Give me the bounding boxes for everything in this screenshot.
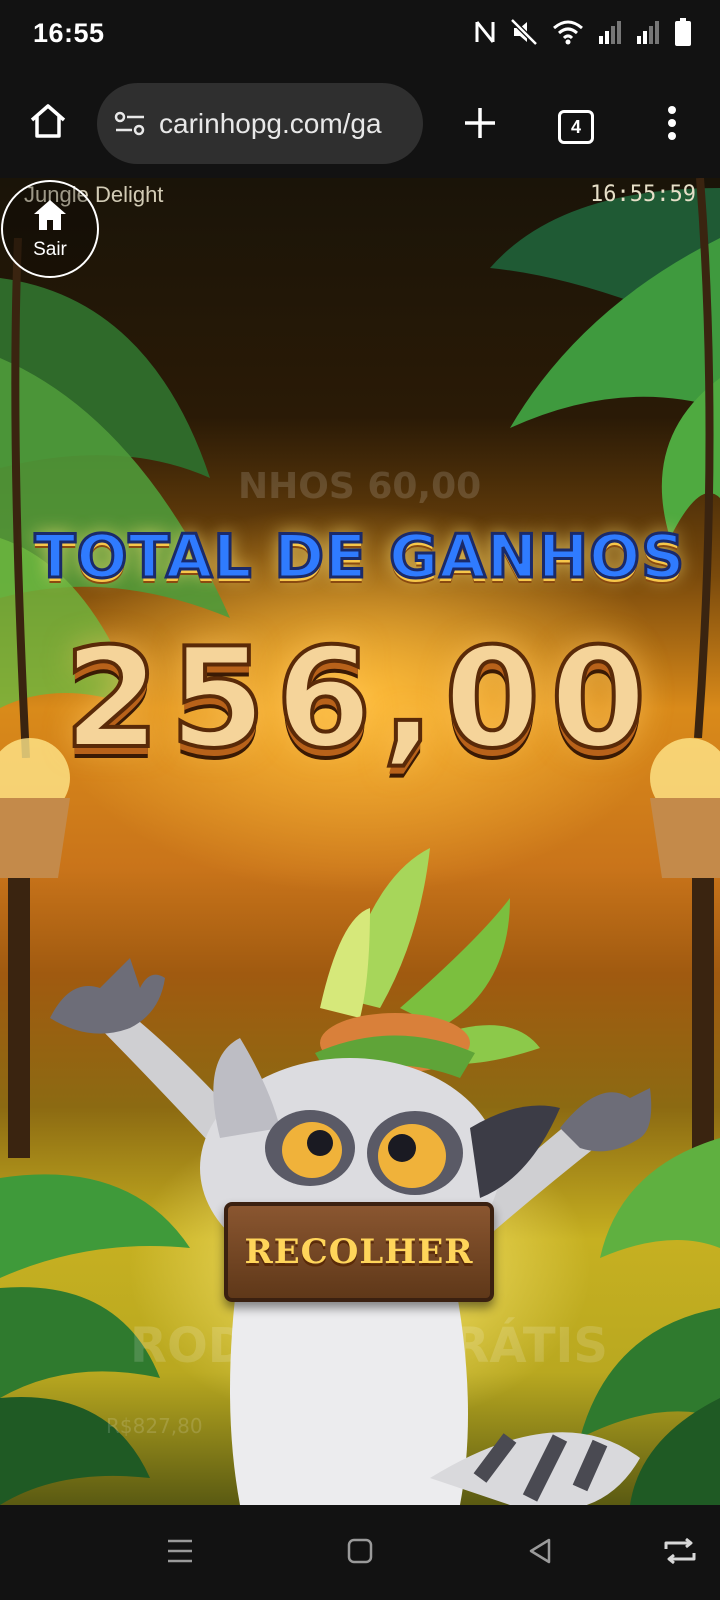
site-settings-icon[interactable]	[113, 107, 147, 141]
status-bar: 16:55	[0, 0, 720, 72]
new-tab-button[interactable]	[452, 97, 508, 153]
status-icons	[474, 18, 692, 46]
collect-button[interactable]: RECOLHER	[224, 1202, 494, 1302]
home-button[interactable]	[20, 95, 76, 151]
more-menu-icon	[667, 105, 677, 145]
home-icon	[28, 102, 68, 145]
rotate-icon	[662, 1537, 698, 1570]
home-nav-icon	[347, 1538, 373, 1569]
collect-button-label: RECOLHER	[244, 1232, 474, 1272]
recents-button[interactable]	[152, 1525, 208, 1581]
nfc-icon	[474, 18, 496, 46]
browser-toolbar: carinhopg.com/ga 4	[0, 72, 720, 178]
url-text[interactable]: carinhopg.com/ga	[159, 108, 409, 140]
total-winnings-amount: 256,00	[62, 616, 657, 781]
recents-icon	[166, 1538, 194, 1569]
exit-label: Sair	[33, 238, 67, 260]
address-bar[interactable]: carinhopg.com/ga	[97, 83, 423, 164]
more-menu-button[interactable]	[644, 97, 700, 153]
back-icon	[527, 1537, 553, 1570]
wifi-icon	[552, 19, 584, 45]
home-nav-button[interactable]	[332, 1525, 388, 1581]
mute-icon	[510, 18, 538, 46]
bg-watermark-win: NHOS 60,00	[238, 466, 482, 507]
signal-icon	[598, 20, 622, 44]
total-winnings-title: TOTAL DE GANHOS	[33, 521, 686, 594]
system-nav-bar	[0, 1505, 720, 1600]
new-tab-icon	[463, 106, 497, 145]
rotate-button[interactable]	[652, 1525, 708, 1581]
tab-switcher-icon: 4	[558, 110, 594, 144]
lemur-mascot	[50, 848, 652, 1505]
battery-icon	[674, 18, 692, 46]
game-canvas[interactable]: NHOS 60,00 RODADAS GRÁTIS R$827,80 Jungl…	[0, 178, 720, 1505]
back-button[interactable]	[512, 1525, 568, 1581]
exit-button[interactable]: Sair	[1, 180, 99, 278]
tab-count: 4	[570, 116, 581, 137]
tab-switcher-button[interactable]: 4	[548, 99, 604, 155]
status-time: 16:55	[33, 18, 105, 48]
game-clock: 16:55:59	[590, 182, 696, 207]
home-icon	[32, 198, 68, 237]
signal-icon-2	[636, 20, 660, 44]
